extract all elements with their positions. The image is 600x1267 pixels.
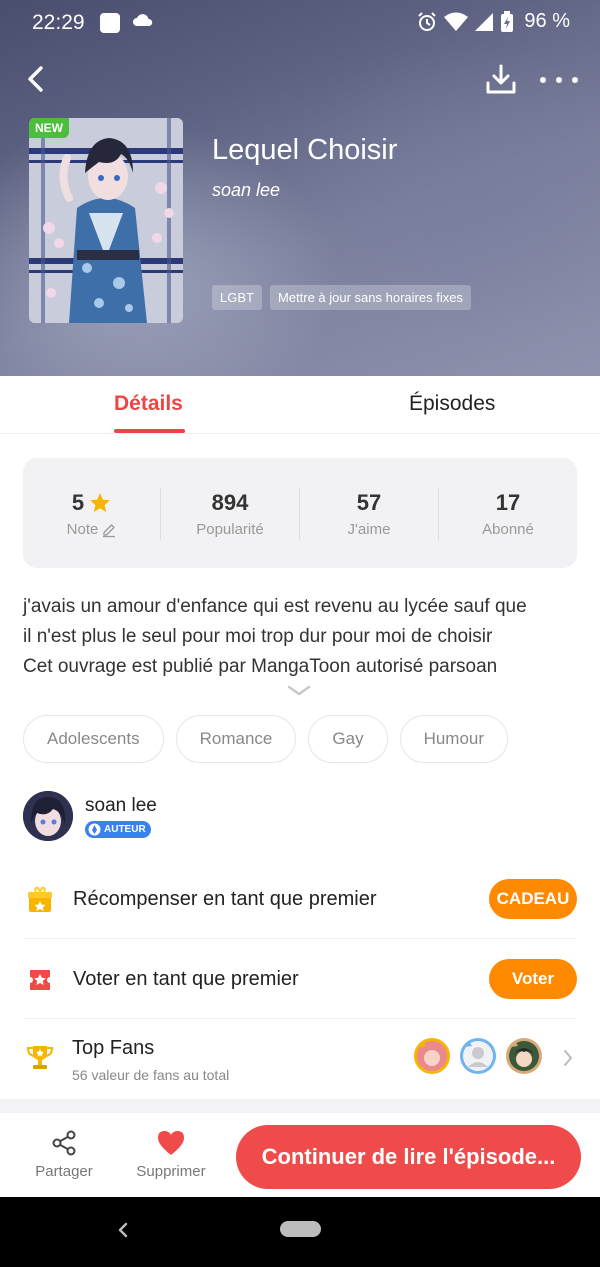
author-avatar-image	[23, 791, 73, 841]
rating-label: Note	[66, 521, 99, 538]
tab-bar: Détails Épisodes	[0, 376, 600, 434]
book-tag[interactable]: LGBT	[212, 285, 262, 310]
genre-tag[interactable]: Humour	[399, 715, 509, 763]
pen-nib-icon	[88, 823, 101, 836]
remove-favorite-button[interactable]: Supprimer	[131, 1129, 211, 1180]
trophy-icon	[26, 1046, 54, 1069]
continue-reading-button[interactable]: Continuer de lire l'épisode...	[236, 1125, 581, 1189]
system-back-icon[interactable]	[116, 1221, 130, 1239]
stat-popularity: 894 Popularité	[161, 458, 299, 568]
fan-avatars	[413, 1037, 543, 1075]
genre-tags: Adolescents Romance Gay Humour	[23, 715, 509, 763]
book-header: 22:29 96 % NEW Lequel Choisir soan lee L…	[0, 0, 600, 376]
popularity-value: 894	[211, 490, 249, 515]
notification-icon	[100, 13, 120, 33]
alarm-icon	[418, 11, 437, 31]
fan-avatar-silver[interactable]	[459, 1037, 497, 1075]
vote-label: Voter en tant que premier	[73, 968, 299, 990]
rating-value: 5	[71, 490, 85, 515]
description-line: j'avais un amour d'enfance qui est reven…	[23, 596, 527, 617]
star-icon	[90, 493, 111, 512]
book-tags: LGBT Mettre à jour sans horaires fixes	[212, 285, 471, 310]
more-dots-icon	[540, 77, 546, 83]
book-author[interactable]: soan lee	[212, 180, 280, 201]
download-button[interactable]	[484, 62, 518, 96]
new-badge: NEW	[29, 118, 69, 138]
gift-icon	[28, 886, 52, 912]
description-line: il n'est plus le seul pour moi trop dur …	[23, 626, 493, 647]
status-time: 22:29	[32, 11, 85, 34]
likes-value: 57	[356, 490, 382, 515]
back-arrow-icon	[28, 66, 43, 92]
vote-ticket-icon	[30, 970, 50, 990]
subscribers-value: 17	[495, 490, 521, 515]
stat-likes: 57 J'aime	[300, 458, 438, 568]
system-navigation-bar	[0, 1197, 600, 1267]
status-icons: 96 %	[416, 10, 570, 33]
heart-icon	[158, 1131, 184, 1155]
fan-avatar-bronze[interactable]	[505, 1037, 543, 1075]
wifi-icon	[444, 12, 469, 31]
book-cover: NEW	[29, 118, 183, 323]
author-avatar[interactable]	[23, 791, 73, 841]
tab-details[interactable]: Détails	[114, 392, 183, 416]
genre-tag[interactable]: Adolescents	[23, 715, 164, 763]
stats-card: 5 Note 894 Popularité 57 J'aime 17 Abonn…	[23, 458, 577, 568]
fan-avatar-gold[interactable]	[413, 1037, 451, 1075]
tab-episodes[interactable]: Épisodes	[409, 392, 495, 416]
top-fans-subtitle: 56 valeur de fans au total	[72, 1067, 230, 1083]
author-role-label: AUTEUR	[104, 824, 146, 835]
stat-rating[interactable]: 5 Note	[23, 458, 161, 568]
reward-label: Récompenser en tant que premier	[73, 888, 377, 910]
system-home-pill[interactable]	[280, 1221, 321, 1237]
book-title: Lequel Choisir	[212, 134, 398, 166]
delete-label: Supprimer	[136, 1163, 206, 1180]
top-fans-row[interactable]: Top Fans 56 valeur de fans au total	[23, 1019, 577, 1099]
genre-tag[interactable]: Romance	[175, 715, 297, 763]
section-separator	[0, 1099, 600, 1113]
cover-illustration	[29, 118, 183, 323]
description-line: Cet ouvrage est publié par MangaToon aut…	[23, 656, 498, 677]
stat-subscribers: 17 Abonné	[439, 458, 577, 568]
battery-icon	[501, 10, 514, 32]
book-description: j'avais un amour d'enfance qui est reven…	[23, 592, 583, 682]
active-tab-indicator	[114, 429, 185, 433]
likes-label: J'aime	[347, 521, 391, 538]
expand-chevron-icon[interactable]	[286, 684, 312, 698]
vote-button[interactable]: Voter	[489, 959, 577, 999]
vote-row[interactable]: Voter en tant que premier Voter	[23, 939, 577, 1019]
genre-tag[interactable]: Gay	[308, 715, 388, 763]
reward-row[interactable]: Récompenser en tant que premier CADEAU	[23, 859, 577, 939]
popularity-label: Popularité	[196, 521, 264, 538]
download-icon	[486, 64, 516, 94]
subscribers-label: Abonné	[482, 521, 534, 538]
share-label: Partager	[35, 1163, 93, 1180]
more-button[interactable]	[540, 66, 578, 94]
battery-percentage: 96 %	[524, 10, 570, 32]
share-icon	[52, 1130, 76, 1156]
back-button[interactable]	[20, 62, 50, 96]
signal-icon	[475, 12, 494, 31]
book-tag[interactable]: Mettre à jour sans horaires fixes	[269, 285, 471, 310]
author-name[interactable]: soan lee	[85, 795, 157, 817]
status-bar: 22:29 96 %	[0, 0, 600, 48]
edit-pencil-icon	[103, 523, 116, 537]
author-role-badge: AUTEUR	[85, 821, 151, 838]
bottom-action-bar: Partager Supprimer Continuer de lire l'é…	[0, 1113, 600, 1197]
share-button[interactable]: Partager	[24, 1129, 104, 1180]
chevron-right-icon	[564, 1050, 572, 1066]
gift-button[interactable]: CADEAU	[489, 879, 577, 919]
cloud-icon	[133, 14, 153, 26]
top-fans-title: Top Fans	[72, 1037, 155, 1059]
